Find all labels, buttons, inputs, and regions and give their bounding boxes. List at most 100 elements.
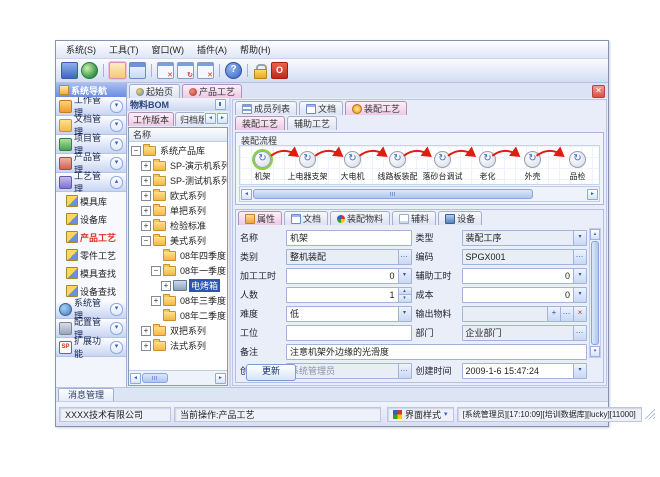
chevron-icon[interactable] [110, 138, 123, 151]
dropdown-icon[interactable]: ▾ [398, 269, 411, 283]
tree-expand-icon[interactable] [141, 341, 151, 351]
tree-row[interactable]: 双把系列 [129, 323, 227, 338]
scrollbar-thumb[interactable] [253, 189, 533, 199]
process-tab[interactable]: 装配工艺 [235, 116, 285, 130]
flow-horizontal-scrollbar[interactable]: ◄ ► [239, 186, 600, 202]
menu-item[interactable]: 插件(A) [191, 42, 233, 57]
flow-node[interactable]: 品检 [555, 146, 600, 184]
flow-node[interactable]: 机架 [240, 146, 285, 184]
process-step-icon[interactable] [344, 151, 361, 168]
tree-row[interactable]: 08年四季度 [129, 248, 227, 263]
chevron-icon[interactable] [110, 119, 123, 132]
scroll-down-icon[interactable]: ▾ [590, 346, 600, 357]
people-stepper[interactable] [287, 288, 398, 302]
department-input[interactable] [463, 326, 574, 340]
browse-icon[interactable]: … [573, 250, 586, 264]
delete-window-icon[interactable] [197, 62, 214, 79]
assembly-flow-canvas[interactable]: 机架 上电器支架 [239, 145, 600, 185]
tree-expand-icon[interactable] [151, 311, 161, 321]
chevron-icon[interactable] [110, 157, 123, 170]
menu-item[interactable]: 系统(S) [60, 42, 102, 57]
scroll-right-icon[interactable]: ► [587, 189, 598, 200]
difficulty-select[interactable] [287, 307, 398, 321]
globe-icon[interactable] [81, 62, 98, 79]
category-input[interactable] [287, 250, 398, 264]
scrollbar-thumb[interactable] [142, 373, 168, 383]
pin-icon[interactable] [215, 99, 226, 110]
tab-scroll-left-icon[interactable]: ◄ [205, 113, 216, 124]
tree-expand-icon[interactable] [141, 191, 151, 201]
flow-node[interactable]: 线路板装配 [375, 146, 420, 184]
tree-column-header[interactable]: 名称 [129, 128, 227, 142]
output-material-input[interactable] [463, 307, 548, 321]
process-step-icon[interactable] [524, 151, 541, 168]
chevron-icon[interactable] [110, 100, 123, 113]
spinner-icon[interactable]: ▴▾ [398, 288, 411, 302]
tree-row[interactable]: 美式系列 [129, 233, 227, 248]
tree-expand-icon[interactable] [151, 251, 161, 261]
browse-icon[interactable]: … [560, 307, 573, 321]
folder-window-icon[interactable] [109, 62, 126, 79]
tree-row[interactable]: SP-测试机系列 [129, 173, 227, 188]
document-tab[interactable]: 起始页 [129, 84, 180, 98]
tree-row[interactable]: 08年三季度 [129, 293, 227, 308]
process-step-icon[interactable] [434, 151, 451, 168]
tree-row[interactable]: 系统产品库 [129, 143, 227, 158]
close-tab-button[interactable]: ✕ [592, 85, 605, 98]
property-tab[interactable]: 属性 [238, 211, 282, 225]
tree-expand-icon[interactable] [141, 206, 151, 216]
process-step-icon[interactable] [569, 151, 586, 168]
menu-item[interactable]: 窗口(W) [146, 42, 191, 57]
flow-node[interactable]: 老化 [465, 146, 510, 184]
flow-node[interactable]: 落砂台调试 [420, 146, 465, 184]
exit-icon[interactable] [271, 62, 288, 79]
resize-grip[interactable] [645, 409, 655, 419]
scroll-right-icon[interactable]: ► [215, 373, 226, 384]
station-input[interactable] [287, 326, 411, 340]
dropdown-icon[interactable]: ▾ [573, 288, 586, 302]
flow-node[interactable]: 外壳 [510, 146, 555, 184]
scroll-left-icon[interactable]: ◄ [130, 373, 141, 384]
chevron-icon[interactable] [110, 322, 123, 335]
bom-tab[interactable]: 归档版 [175, 112, 204, 126]
message-management-tab[interactable]: 消息管理 [58, 388, 114, 401]
tree-expand-icon[interactable] [161, 281, 171, 291]
process-step-icon[interactable] [254, 151, 271, 168]
scroll-left-icon[interactable]: ◄ [241, 189, 252, 200]
remark-input[interactable] [287, 345, 586, 359]
member-tab[interactable]: 文档 [299, 101, 343, 115]
layout-window-icon[interactable] [129, 62, 146, 79]
chevron-icon[interactable] [110, 341, 123, 354]
separator[interactable] [103, 64, 104, 77]
separator[interactable] [151, 64, 152, 77]
tree-expand-icon[interactable] [131, 146, 141, 156]
update-button[interactable]: 更新 [246, 364, 296, 381]
tree-row[interactable]: SP-演示机系列 [129, 158, 227, 173]
separator[interactable] [247, 64, 248, 77]
flow-node[interactable]: 上电器支架 [285, 146, 330, 184]
document-tab[interactable]: 产品工艺 [182, 84, 242, 98]
process-step-icon[interactable] [299, 151, 316, 168]
tree-row[interactable]: 08年一季度 [129, 263, 227, 278]
help-icon[interactable] [225, 62, 242, 79]
name-input[interactable] [287, 231, 411, 245]
add-icon[interactable]: + [547, 307, 560, 321]
tree-row[interactable]: 单把系列 [129, 203, 227, 218]
menu-item[interactable]: 工具(T) [103, 42, 145, 57]
chevron-icon[interactable] [110, 303, 123, 316]
tree-row[interactable]: 电烤箱 [129, 278, 227, 293]
property-tab[interactable]: 文档 [284, 211, 328, 225]
tree-row[interactable]: 检验标准 [129, 218, 227, 233]
tree-expand-icon[interactable] [151, 296, 161, 306]
interface-style-button[interactable]: 界面样式 ▾ [387, 407, 454, 422]
nav-item[interactable]: 零件工艺 [56, 246, 126, 264]
tree-row[interactable]: 08年二季度 [129, 308, 227, 323]
form-vertical-scrollbar[interactable]: ▴ ▾ [589, 228, 601, 358]
tree-row[interactable]: 法式系列 [129, 338, 227, 353]
browse-icon[interactable]: … [398, 250, 411, 264]
tab-scroll-right-icon[interactable]: ► [217, 113, 228, 124]
property-tab[interactable]: 装配物料 [330, 211, 390, 225]
member-tab[interactable]: 成员列表 [235, 101, 297, 115]
scrollbar-thumb[interactable] [591, 241, 599, 345]
code-input[interactable] [463, 250, 574, 264]
